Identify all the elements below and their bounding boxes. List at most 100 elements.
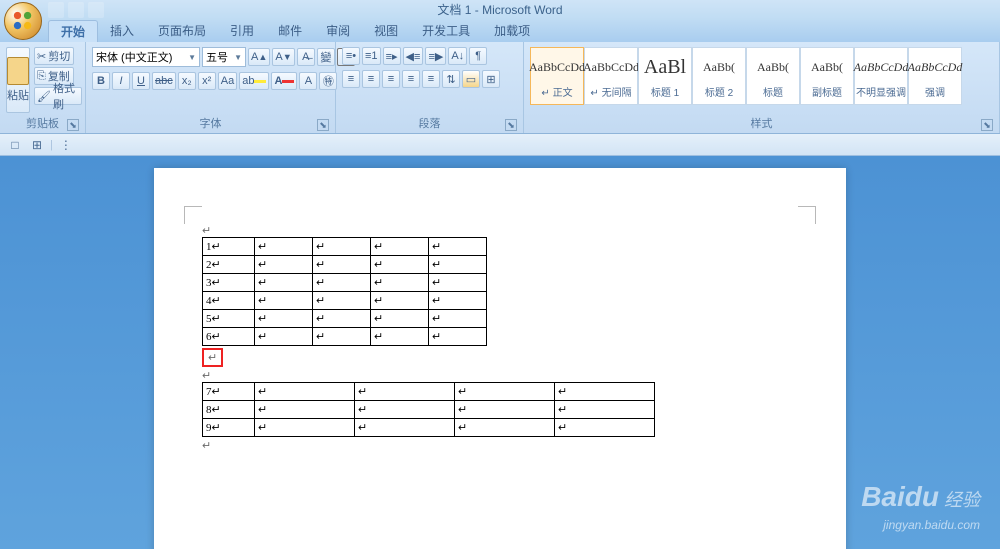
- table-row[interactable]: 6↵↵↵↵↵: [203, 328, 487, 346]
- char-shading-button[interactable]: A: [299, 72, 317, 90]
- table-cell[interactable]: ↵: [255, 310, 313, 328]
- tb-icon-3[interactable]: ⋮: [57, 136, 75, 154]
- table-cell[interactable]: 4↵: [203, 292, 255, 310]
- align-left-button[interactable]: ≡: [342, 70, 360, 88]
- tab-insert[interactable]: 插入: [98, 20, 146, 42]
- grow-font-button[interactable]: A▲: [248, 48, 270, 66]
- qat-undo-icon[interactable]: [68, 2, 84, 18]
- tab-review[interactable]: 审阅: [314, 20, 362, 42]
- table-cell[interactable]: 1↵: [203, 238, 255, 256]
- indent-dec-button[interactable]: ◀≡: [403, 47, 424, 65]
- show-marks-button[interactable]: ¶: [469, 47, 487, 65]
- table-cell[interactable]: ↵: [313, 310, 371, 328]
- shading-button[interactable]: ▭: [462, 70, 480, 88]
- table-cell[interactable]: ↵: [429, 274, 487, 292]
- tab-view[interactable]: 视图: [362, 20, 410, 42]
- table-row[interactable]: 7↵↵↵↵↵: [203, 383, 655, 401]
- table-cell[interactable]: ↵: [355, 401, 455, 419]
- table-row[interactable]: 3↵↵↵↵↵: [203, 274, 487, 292]
- style-6[interactable]: AaBbCcDd不明显强调: [854, 47, 908, 105]
- style-0[interactable]: AaBbCcDd↵ 正文: [530, 47, 584, 105]
- table-cell[interactable]: ↵: [255, 292, 313, 310]
- table-cell[interactable]: ↵: [371, 310, 429, 328]
- numbering-button[interactable]: ≡1: [362, 47, 381, 65]
- table-row[interactable]: 8↵↵↵↵↵: [203, 401, 655, 419]
- change-case-button[interactable]: Aa: [218, 72, 237, 90]
- table-row[interactable]: 5↵↵↵↵↵: [203, 310, 487, 328]
- style-4[interactable]: AaBb(标题: [746, 47, 800, 105]
- table-cell[interactable]: 7↵: [203, 383, 255, 401]
- tb-icon-1[interactable]: □: [6, 136, 24, 154]
- table-2[interactable]: 7↵↵↵↵↵8↵↵↵↵↵9↵↵↵↵↵: [202, 382, 655, 437]
- table-cell[interactable]: ↵: [371, 274, 429, 292]
- bullets-button[interactable]: ≡•: [342, 47, 360, 65]
- paste-button[interactable]: 粘贴: [6, 47, 30, 113]
- tb-icon-2[interactable]: ⊞: [28, 136, 46, 154]
- table-cell[interactable]: ↵: [555, 419, 655, 437]
- highlight-button[interactable]: ab: [239, 72, 269, 90]
- qat-save-icon[interactable]: [48, 2, 64, 18]
- table-row[interactable]: 2↵↵↵↵↵: [203, 256, 487, 274]
- table-cell[interactable]: 3↵: [203, 274, 255, 292]
- qat-redo-icon[interactable]: [88, 2, 104, 18]
- table-cell[interactable]: ↵: [255, 328, 313, 346]
- table-cell[interactable]: ↵: [313, 274, 371, 292]
- tab-references[interactable]: 引用: [218, 20, 266, 42]
- tab-home[interactable]: 开始: [48, 20, 98, 42]
- table-cell[interactable]: 2↵: [203, 256, 255, 274]
- table-cell[interactable]: ↵: [455, 401, 555, 419]
- office-button[interactable]: [4, 2, 42, 40]
- table-row[interactable]: 4↵↵↵↵↵: [203, 292, 487, 310]
- table-cell[interactable]: ↵: [255, 383, 355, 401]
- table-cell[interactable]: ↵: [313, 256, 371, 274]
- font-launcher[interactable]: ⬊: [317, 119, 329, 131]
- format-painter-button[interactable]: 🖌格式刷: [34, 87, 82, 105]
- table-row[interactable]: 1↵↵↵↵↵: [203, 238, 487, 256]
- table-cell[interactable]: ↵: [555, 401, 655, 419]
- style-7[interactable]: AaBbCcDd强调: [908, 47, 962, 105]
- enclose-char-button[interactable]: ㊕: [319, 72, 337, 90]
- table-cell[interactable]: ↵: [371, 256, 429, 274]
- shrink-font-button[interactable]: A▼: [272, 48, 294, 66]
- table-cell[interactable]: ↵: [555, 383, 655, 401]
- style-5[interactable]: AaBb(副标题: [800, 47, 854, 105]
- multilevel-button[interactable]: ≡▸: [383, 47, 401, 65]
- table-cell[interactable]: ↵: [255, 256, 313, 274]
- style-1[interactable]: AaBbCcDd↵ 无间隔: [584, 47, 638, 105]
- font-name-select[interactable]: 宋体 (中文正文)▼: [92, 47, 200, 67]
- table-cell[interactable]: ↵: [255, 401, 355, 419]
- table-cell[interactable]: 8↵: [203, 401, 255, 419]
- table-cell[interactable]: 9↵: [203, 419, 255, 437]
- table-cell[interactable]: ↵: [429, 238, 487, 256]
- table-cell[interactable]: ↵: [255, 238, 313, 256]
- strike-button[interactable]: abc: [152, 72, 176, 90]
- table-1[interactable]: 1↵↵↵↵↵2↵↵↵↵↵3↵↵↵↵↵4↵↵↵↵↵5↵↵↵↵↵6↵↵↵↵↵: [202, 237, 487, 346]
- table-cell[interactable]: ↵: [429, 328, 487, 346]
- table-row[interactable]: 9↵↵↵↵↵: [203, 419, 655, 437]
- tab-addins[interactable]: 加载项: [482, 20, 542, 42]
- document-page[interactable]: ↵ 1↵↵↵↵↵2↵↵↵↵↵3↵↵↵↵↵4↵↵↵↵↵5↵↵↵↵↵6↵↵↵↵↵ ↵…: [154, 168, 846, 549]
- align-center-button[interactable]: ≡: [362, 70, 380, 88]
- superscript-button[interactable]: x²: [198, 72, 216, 90]
- line-spacing-button[interactable]: ⇅: [442, 70, 460, 88]
- align-justify-button[interactable]: ≡: [402, 70, 420, 88]
- table-cell[interactable]: ↵: [429, 256, 487, 274]
- tab-developer[interactable]: 开发工具: [410, 20, 482, 42]
- table-cell[interactable]: ↵: [313, 328, 371, 346]
- style-2[interactable]: AaBl标题 1: [638, 47, 692, 105]
- style-3[interactable]: AaBb(标题 2: [692, 47, 746, 105]
- table-cell[interactable]: ↵: [355, 419, 455, 437]
- table-cell[interactable]: ↵: [355, 383, 455, 401]
- clipboard-launcher[interactable]: ⬊: [67, 119, 79, 131]
- table-cell[interactable]: ↵: [371, 292, 429, 310]
- table-cell[interactable]: ↵: [455, 383, 555, 401]
- tab-mailings[interactable]: 邮件: [266, 20, 314, 42]
- table-cell[interactable]: ↵: [429, 310, 487, 328]
- align-distribute-button[interactable]: ≡: [422, 70, 440, 88]
- cut-button[interactable]: ✂剪切: [34, 47, 74, 65]
- underline-button[interactable]: U: [132, 72, 150, 90]
- indent-inc-button[interactable]: ≡▶: [425, 47, 446, 65]
- styles-launcher[interactable]: ⬊: [981, 119, 993, 131]
- table-cell[interactable]: ↵: [255, 274, 313, 292]
- sort-button[interactable]: A↓: [448, 47, 467, 65]
